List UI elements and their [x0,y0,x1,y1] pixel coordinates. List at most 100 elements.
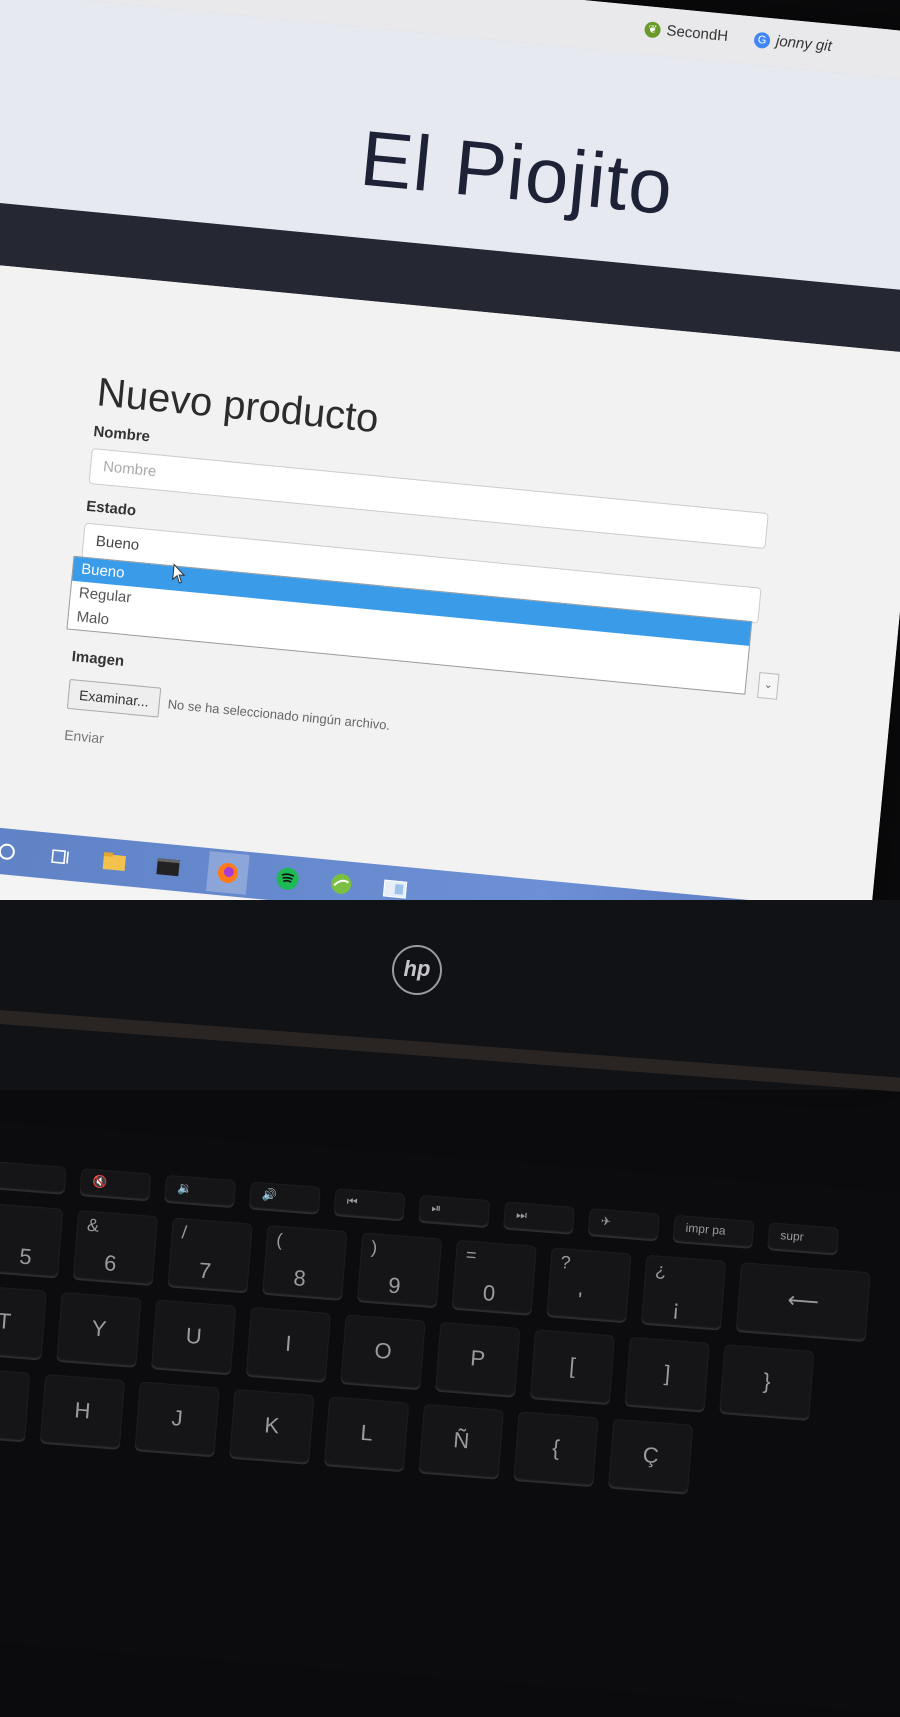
laptop-screen: ❦ SecondH G jonny git El Piojito ras Nue… [0,0,900,1042]
key-close-brace[interactable]: } [719,1344,815,1419]
key-label: T [0,1308,12,1335]
bookmark-label: jonny git [775,32,833,55]
key-5[interactable]: 5 [0,1203,64,1277]
leaf-icon: ❦ [643,20,662,39]
key-l[interactable]: L [324,1396,410,1471]
key-label: 9 [387,1272,402,1299]
key-label: 8 [292,1265,307,1292]
key-label: I [284,1330,293,1357]
key-print-screen[interactable]: impr pa [672,1214,755,1247]
file-explorer-icon[interactable] [99,850,129,875]
window-icon[interactable] [380,877,410,902]
key-f6[interactable] [0,1161,67,1193]
submit-button[interactable]: Enviar [64,727,105,747]
site-title: El Piojito [356,113,678,232]
key-label: U [184,1322,203,1350]
backspace-icon: ⟵ [786,1286,821,1315]
bookmark-label: SecondH [665,22,729,46]
key-f10[interactable]: ⏯ [418,1194,491,1227]
key-f12[interactable]: ✈ [587,1208,660,1240]
key-label: ¡ [671,1294,681,1321]
key-label: Ñ [452,1427,471,1454]
key-label: ' [576,1287,583,1313]
key-k[interactable]: K [229,1388,315,1463]
bookmark-jonny-git[interactable]: G jonny git [753,31,832,55]
mute-icon: 🔇 [92,1174,109,1190]
new-product-form: Nuevo producto Nombre Nombre Estado Buen… [63,370,796,811]
key-c-cedilla[interactable]: Ç [608,1418,694,1493]
key-label: = [465,1244,478,1266]
main-content: Nuevo producto Nombre Nombre Estado Buen… [0,258,900,912]
key-0[interactable]: = 0 [451,1239,537,1314]
key-delete[interactable]: supr [767,1222,840,1254]
key-label: H [73,1397,92,1424]
key-label: / [181,1222,188,1243]
key-o[interactable]: O [340,1314,426,1389]
play-pause-icon: ⏯ [430,1200,442,1216]
key-label: } [762,1368,772,1394]
key-label: Y [90,1315,108,1342]
keyboard: 🔇 🔉 🔊 ⏮ ⏯ ⏭ ✈ impr pa supr 5 & 6 /7 (8 ) 9… [0,1120,900,1717]
key-label: 5 [18,1243,33,1270]
key-inverted-exclamation[interactable]: ¿ ¡ [641,1254,727,1329]
key-label: ? [559,1252,572,1273]
key-label: [ [568,1353,577,1379]
key-f9[interactable]: 🔊 [248,1181,321,1213]
key-f11[interactable]: ⏭ [503,1201,576,1233]
key-backspace[interactable]: ⟵ [735,1262,871,1341]
key-label: supr [779,1228,805,1244]
key-label: ¿ [654,1259,668,1281]
laptop-bezel [0,900,900,1090]
volume-down-icon: 🔉 [176,1180,193,1196]
key-label: L [359,1419,374,1446]
key-prev[interactable]: ⏮ [333,1188,406,1220]
key-apostrophe[interactable]: ? ' [546,1247,632,1322]
key-u[interactable]: U [151,1299,237,1374]
key-label: impr pa [685,1220,727,1238]
bookmark-secondh[interactable]: ❦ SecondH [643,20,729,46]
key-i[interactable]: I [245,1306,331,1381]
key-label: P [469,1345,487,1372]
key-open-bracket[interactable]: [ [529,1329,616,1404]
volume-up-icon: 🔊 [261,1187,278,1203]
chevron-down-icon[interactable]: ⌄ [757,672,780,700]
firefox-icon[interactable] [205,851,250,895]
key-label: 6 [103,1250,118,1277]
spotify-icon[interactable] [273,866,303,891]
key-label: Ç [641,1442,660,1469]
key-f7[interactable]: 🔇 [79,1168,152,1200]
key-8[interactable]: (8 [262,1224,348,1299]
mouse-cursor-icon [171,563,187,589]
key-7[interactable]: /7 [167,1217,253,1292]
key-label: 7 [197,1257,213,1284]
key-6[interactable]: & 6 [72,1209,158,1285]
hp-logo: hp [392,945,442,995]
key-open-brace[interactable]: { [513,1411,599,1486]
key-label: ] [663,1360,672,1386]
key-close-bracket[interactable]: ] [624,1336,710,1411]
key-label: O [373,1337,393,1364]
key-label: J [170,1405,184,1431]
key-9[interactable]: ) 9 [357,1232,443,1307]
task-view-icon[interactable] [46,845,76,870]
key-y[interactable]: Y [56,1291,142,1367]
key-h[interactable]: H [39,1373,126,1448]
key-f8[interactable]: 🔉 [164,1174,237,1207]
key-t[interactable]: T [0,1284,47,1359]
key-enye[interactable]: Ñ [418,1403,504,1478]
key-label: ( [275,1229,284,1251]
key-j[interactable]: J [134,1381,220,1456]
previous-track-icon: ⏮ [346,1194,359,1209]
key-label: { [551,1434,561,1461]
terminal-icon[interactable] [153,855,183,880]
cortana-circle-icon[interactable] [0,839,22,864]
key-label: & [86,1214,100,1236]
file-status: No se ha seleccionado ningún archivo. [167,695,391,733]
browse-button[interactable]: Examinar... [66,678,162,718]
key-g[interactable]: G [0,1366,31,1441]
airplane-icon: ✈ [600,1214,612,1229]
key-label: ) [370,1237,379,1258]
key-p[interactable]: P [435,1321,521,1396]
next-track-icon: ⏭ [515,1207,528,1223]
app-icon[interactable] [326,872,356,897]
